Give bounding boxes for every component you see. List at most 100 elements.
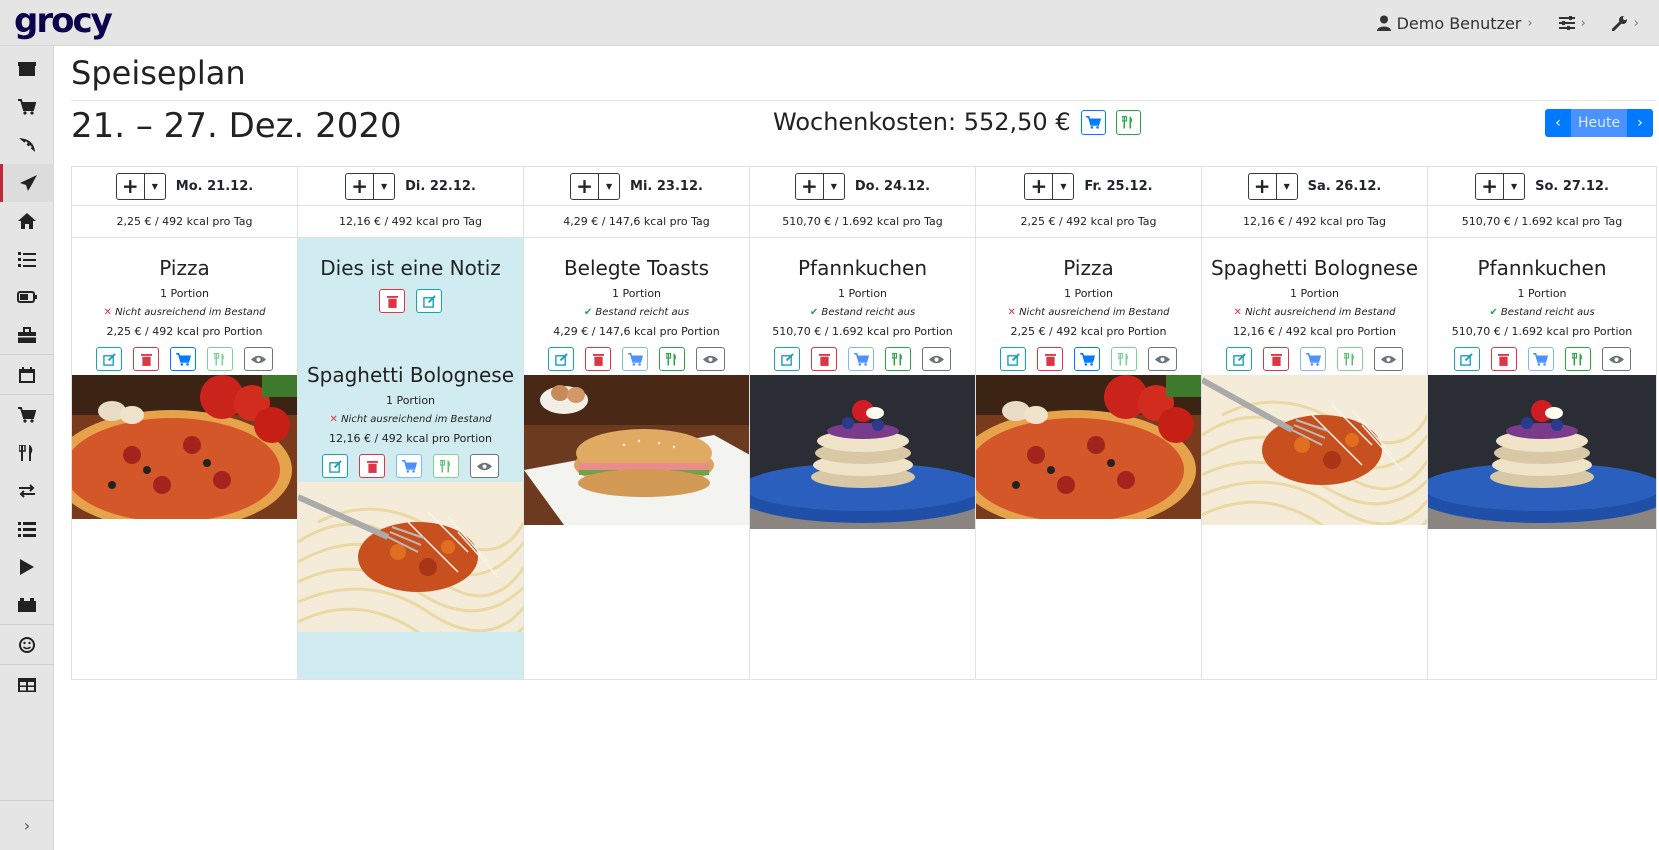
day-header: + ▼ Mi. 23.12. <box>524 167 749 206</box>
tools-menu[interactable]: › <box>1611 15 1639 31</box>
add-entry-dropdown-toggle[interactable]: ▼ <box>1053 174 1073 199</box>
add-entry-dropdown-toggle[interactable]: ▼ <box>1277 174 1297 199</box>
sidebar-item-stock[interactable] <box>0 50 54 88</box>
view-button[interactable] <box>244 347 273 371</box>
consume-button[interactable] <box>659 347 685 371</box>
edit-button[interactable] <box>774 347 800 371</box>
add-entry-dropdown-toggle[interactable]: ▼ <box>374 174 394 199</box>
add-to-shoppinglist-button[interactable] <box>1527 347 1554 371</box>
add-entry-dropdown-toggle[interactable]: ▼ <box>145 174 165 199</box>
user-name: Demo Benutzer <box>1396 13 1522 33</box>
edit-button[interactable] <box>548 347 574 371</box>
add-to-shoppinglist-button[interactable] <box>622 347 648 371</box>
consume-button[interactable] <box>1337 347 1363 371</box>
edit-button[interactable] <box>96 347 122 371</box>
add-recipe-button[interactable]: + <box>1249 173 1277 199</box>
recipe-name[interactable]: Pizza <box>976 255 1201 281</box>
delete-button[interactable] <box>359 454 385 478</box>
recipe-name[interactable]: Belegte Toasts <box>524 255 749 281</box>
add-to-shoppinglist-button[interactable] <box>848 347 874 371</box>
stock-status: ✔ Bestand reicht aus <box>524 307 749 318</box>
sidebar-item-calendar[interactable] <box>0 356 54 394</box>
delete-button[interactable] <box>1490 347 1517 371</box>
edit-button[interactable] <box>322 454 348 478</box>
mealplan-calendar: + ▼ Mo. 21.12. 2,25 € / 492 kcal pro Tag… <box>71 166 1657 680</box>
view-button[interactable] <box>470 454 499 478</box>
consume-button[interactable] <box>885 347 911 371</box>
add-recipe-button[interactable]: + <box>117 173 145 199</box>
settings-menu[interactable]: › <box>1558 16 1586 31</box>
sidebar-item-purchase[interactable] <box>0 396 54 434</box>
add-entry-dropdown-toggle[interactable]: ▼ <box>1504 174 1524 199</box>
view-button[interactable] <box>1148 347 1177 371</box>
add-to-shoppinglist-button[interactable] <box>1300 347 1326 371</box>
sidebar-item-userentities[interactable] <box>0 626 54 664</box>
toolbox-icon <box>18 327 36 343</box>
battery-icon <box>17 291 37 303</box>
edit-button[interactable] <box>1000 347 1026 371</box>
edit-note-button[interactable] <box>416 289 442 313</box>
sidebar-item-mealplan[interactable] <box>0 164 54 202</box>
next-week-button[interactable]: › <box>1627 109 1653 137</box>
recipe-costs: 510,70 € / 1.692 kcal pro Portion <box>772 325 953 338</box>
add-to-shoppinglist-button[interactable] <box>396 454 422 478</box>
delete-button[interactable] <box>1263 347 1289 371</box>
add-recipe-button[interactable]: + <box>796 173 824 199</box>
stock-status-text: Nicht ausreichend im Bestand <box>115 307 266 318</box>
sidebar-toggle[interactable]: › <box>0 800 54 850</box>
trash-icon <box>1044 353 1056 366</box>
recipe-name[interactable]: Pfannkuchen <box>1428 255 1656 281</box>
delete-button[interactable] <box>811 347 837 371</box>
consume-button[interactable] <box>1564 347 1591 371</box>
add-entry-dropdown-toggle[interactable]: ▼ <box>824 174 844 199</box>
consume-button[interactable] <box>1111 347 1137 371</box>
recipe-name[interactable]: Pizza <box>72 255 297 281</box>
consume-week-button[interactable] <box>1115 109 1141 135</box>
day-header: + ▼ Di. 22.12. <box>298 167 523 206</box>
consume-button[interactable] <box>433 454 459 478</box>
delete-button[interactable] <box>585 347 611 371</box>
add-recipe-button[interactable]: + <box>1476 173 1505 199</box>
sidebar-item-equipment[interactable] <box>0 316 54 354</box>
sidebar-item-transfer[interactable] <box>0 472 54 510</box>
sidebar-item-chores[interactable] <box>0 202 54 240</box>
sidebar-item-choretracking[interactable] <box>0 548 54 586</box>
add-to-shoppinglist-button[interactable] <box>1074 347 1100 371</box>
sidebar-item-consume[interactable] <box>0 434 54 472</box>
view-button[interactable] <box>696 347 725 371</box>
calendar-icon <box>19 367 35 383</box>
view-button[interactable] <box>1601 347 1631 371</box>
edit-button[interactable] <box>1226 347 1252 371</box>
app-logo[interactable]: grocy <box>14 0 113 42</box>
previous-week-button[interactable]: ‹ <box>1545 109 1571 137</box>
sidebar-item-inventory[interactable] <box>0 510 54 548</box>
delete-button[interactable] <box>133 347 159 371</box>
sidebar-item-batterytracking[interactable] <box>0 586 54 624</box>
stock-status: ✕ Nicht ausreichend im Bestand <box>72 307 297 318</box>
user-menu[interactable]: Demo Benutzer › <box>1376 13 1533 33</box>
add-recipe-button[interactable]: + <box>1025 173 1054 199</box>
delete-button[interactable] <box>1037 347 1063 371</box>
sidebar-item-recipes[interactable] <box>0 126 54 164</box>
recipe-entry: Spaghetti Bolognese 1 Portion ✕ Nicht au… <box>1202 255 1427 371</box>
recipe-name[interactable]: Spaghetti Bolognese <box>298 362 523 388</box>
consume-button[interactable] <box>207 347 233 371</box>
recipe-name[interactable]: Pfannkuchen <box>750 255 975 281</box>
view-button[interactable] <box>1374 347 1403 371</box>
box-icon <box>18 62 36 76</box>
add-recipe-button[interactable]: + <box>346 173 375 199</box>
add-week-to-shoppinglist-button[interactable] <box>1080 109 1106 135</box>
sidebar-item-batteries[interactable] <box>0 278 54 316</box>
add-recipe-button[interactable]: + <box>571 173 600 199</box>
today-button[interactable]: Heute <box>1571 109 1627 137</box>
recipe-name[interactable]: Spaghetti Bolognese <box>1202 255 1427 281</box>
delete-note-button[interactable] <box>379 289 405 313</box>
add-entry-dropdown-toggle[interactable]: ▼ <box>599 174 619 199</box>
edit-button[interactable] <box>1453 347 1480 371</box>
view-button[interactable] <box>922 347 951 371</box>
sidebar-item-tasks[interactable] <box>0 240 54 278</box>
add-to-shoppinglist-button[interactable] <box>170 347 196 371</box>
sidebar-item-masterdata[interactable] <box>0 666 54 704</box>
sidebar-item-shoppinglist[interactable] <box>0 88 54 126</box>
cart-icon <box>1079 352 1095 366</box>
